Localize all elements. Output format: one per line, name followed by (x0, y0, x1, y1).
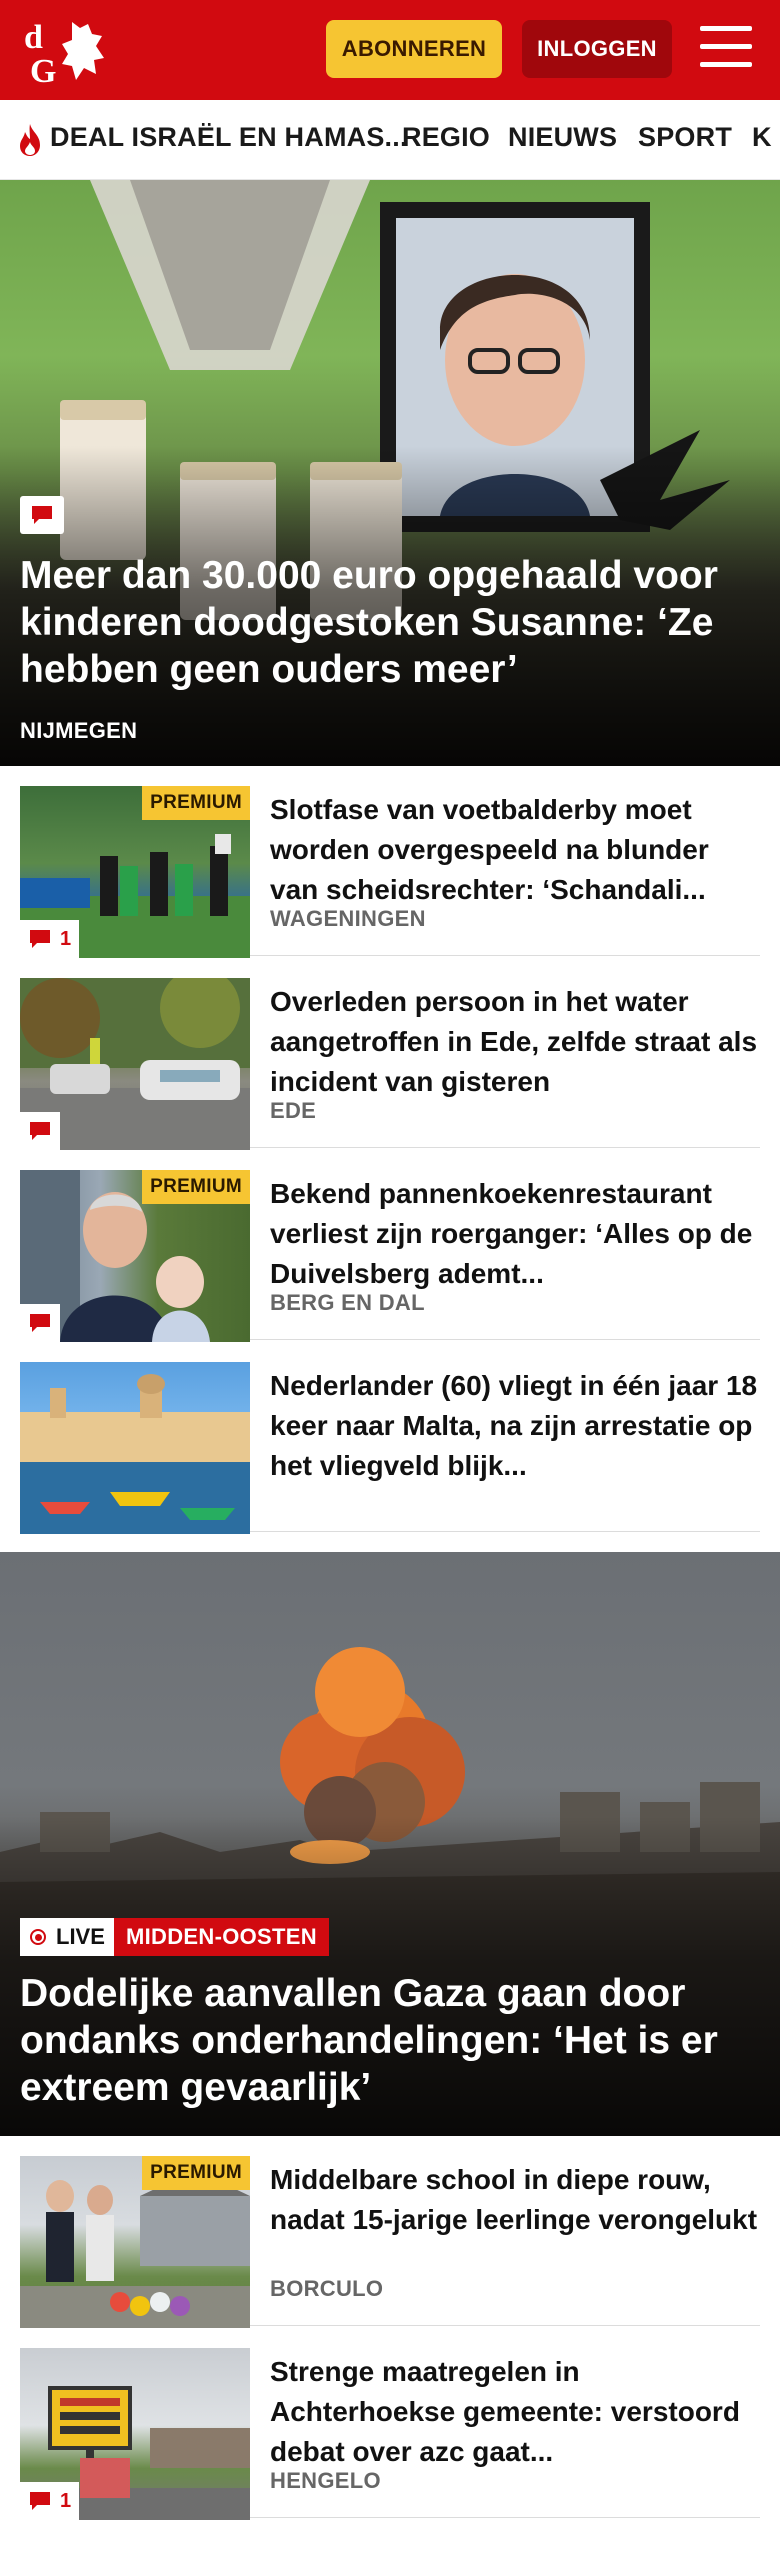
subscribe-button[interactable]: ABONNEREN (326, 20, 502, 78)
article-location: EDE (270, 1098, 317, 1123)
hero-location: NIJMEGEN (20, 718, 138, 743)
comment-count (20, 1112, 60, 1150)
nav-item-sport[interactable]: SPORT (638, 122, 732, 153)
hero-article[interactable]: Meer dan 30.000 euro opgehaald voor kind… (0, 180, 780, 766)
comment-count (20, 1304, 60, 1342)
article-title[interactable]: Nederlander (60) vliegt in één jaar 18 k… (270, 1366, 760, 1486)
comment-icon (30, 1314, 50, 1332)
premium-badge: PREMIUM (142, 2156, 250, 2190)
flame-icon (20, 124, 40, 156)
article-title[interactable]: Middelbare school in diepe rouw, nadat 1… (270, 2160, 760, 2240)
article-location: HENGELO (270, 2468, 381, 2493)
list-item[interactable]: PREMIUM Bekend pannenkoekenrestau­rant v… (20, 1150, 760, 1342)
list-item[interactable]: Overleden persoon in het water aangetrof… (20, 958, 760, 1150)
comment-icon (30, 2492, 50, 2510)
logo[interactable]: d G (22, 14, 114, 90)
article-location: BERG EN DAL (270, 1290, 425, 1315)
nav-item-more[interactable]: K (752, 122, 772, 153)
comment-icon (20, 496, 64, 534)
svg-text:d: d (24, 19, 43, 56)
comment-icon (30, 1122, 50, 1140)
article-title[interactable]: Overleden persoon in het water aangetrof… (270, 982, 760, 1102)
list-item[interactable]: PREMIUM Middelbare school in diepe rouw,… (20, 2136, 760, 2328)
list-item[interactable]: Nederlander (60) vliegt in één jaar 18 k… (20, 1342, 760, 1534)
premium-badge: PREMIUM (142, 1170, 250, 1204)
hero2-title[interactable]: Dodelijke aanvallen Gaza gaan door ondan… (20, 1970, 760, 2111)
section-nav: DEAL ISRAËL EN HAMAS... REGIO NIEUWS SPO… (0, 100, 780, 180)
comment-count: 1 (20, 920, 80, 958)
article-thumbnail (20, 978, 250, 1150)
article-location: WAGENINGEN (270, 906, 426, 931)
article-thumbnail: PREMIUM (20, 2156, 250, 2328)
article-title[interactable]: Bekend pannenkoekenrestau­rant verliest … (270, 1174, 760, 1294)
comment-icon (30, 930, 50, 948)
premium-badge: PREMIUM (142, 786, 250, 820)
article-thumbnail: PREMIUM 1 (20, 786, 250, 958)
list-item[interactable]: PREMIUM 1 Slotfase van voetbalderby moet… (20, 766, 760, 958)
nav-item-nieuws[interactable]: NIEUWS (508, 122, 617, 153)
hamburger-icon[interactable] (700, 26, 752, 72)
login-button[interactable]: INLOGGEN (522, 20, 672, 78)
live-badge: LIVE (20, 1918, 115, 1956)
article-title[interactable]: Strenge maatregelen in Achterhoekse geme… (270, 2352, 760, 2472)
article-location: BORCULO (270, 2276, 384, 2301)
article-title[interactable]: Slotfase van voetbalderby moet worden ov… (270, 790, 760, 910)
nav-item-regio[interactable]: REGIO (402, 122, 490, 153)
article-thumbnail (20, 1362, 250, 1534)
live-hero-article[interactable]: LIVE MIDDEN-OOSTEN Dodelijke aanvallen G… (0, 1552, 780, 2136)
logo-icon: d G (24, 19, 104, 90)
live-icon (30, 1929, 46, 1945)
nav-item-deal-israel[interactable]: DEAL ISRAËL EN HAMAS... (50, 122, 408, 153)
svg-text:G: G (30, 53, 56, 88)
hero-title[interactable]: Meer dan 30.000 euro opgehaald voor kind… (20, 552, 760, 693)
top-bar: d G ABONNEREN INLOGGEN (0, 0, 780, 100)
list-item[interactable]: 1 Strenge maatregelen in Achterhoekse ge… (20, 2328, 760, 2520)
article-thumbnail: 1 (20, 2348, 250, 2520)
article-thumbnail: PREMIUM (20, 1170, 250, 1342)
comment-count: 1 (20, 2482, 80, 2520)
category-badge[interactable]: MIDDEN-OOSTEN (114, 1918, 329, 1956)
